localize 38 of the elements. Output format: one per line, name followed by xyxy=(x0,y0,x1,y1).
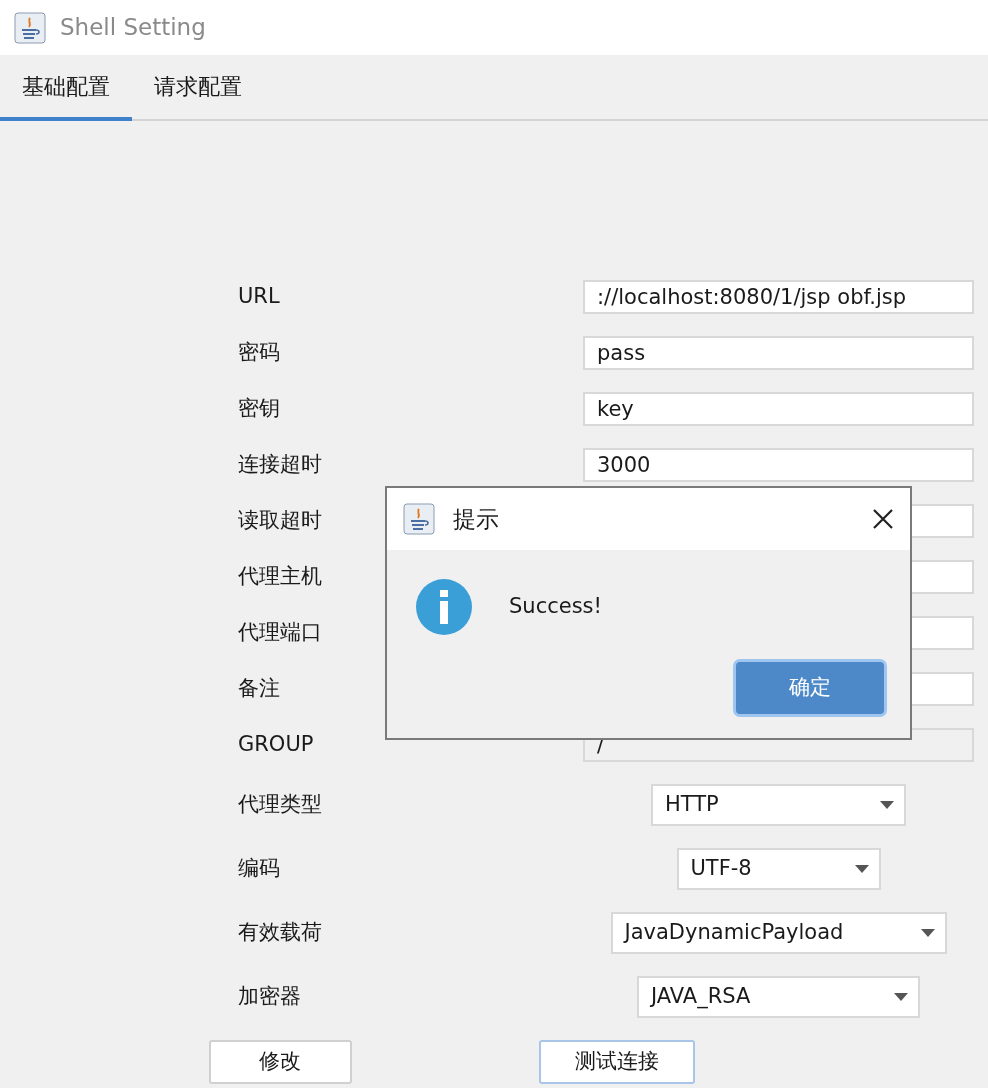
java-cup-icon xyxy=(403,503,435,535)
input-field[interactable]: 3000 xyxy=(583,448,974,482)
tab[interactable]: 请求配置 xyxy=(132,55,264,121)
dropdown[interactable]: JavaDynamicPayload xyxy=(610,912,947,954)
button[interactable]: 修改 xyxy=(208,1040,352,1084)
ok-button[interactable]: 确定 xyxy=(736,662,884,714)
close-button[interactable] xyxy=(872,508,894,530)
dropdown[interactable]: UTF-8 xyxy=(676,848,881,890)
button[interactable]: 测试连接 xyxy=(538,1040,695,1084)
field-label: 编码 xyxy=(238,855,280,883)
dialog-message: Success! xyxy=(509,593,602,621)
field-label: 密码 xyxy=(238,339,280,367)
caret-icon xyxy=(854,865,869,873)
dropdown[interactable]: JAVA_RSA xyxy=(637,976,920,1018)
dropdown[interactable]: HTTP xyxy=(651,784,906,826)
field-label: 密钥 xyxy=(238,395,280,423)
field-label: 连接超时 xyxy=(238,451,322,479)
input-field[interactable]: pass xyxy=(583,336,974,370)
input-field[interactable]: key xyxy=(583,392,974,426)
field-label: URL xyxy=(238,283,280,311)
field-label: 代理主机 xyxy=(238,563,322,591)
field-label: 加密器 xyxy=(238,983,301,1011)
field-label: 读取超时 xyxy=(238,507,322,535)
dialog-title: 提示 xyxy=(453,504,499,534)
caret-icon xyxy=(920,929,935,937)
close-icon xyxy=(872,508,894,530)
field-label: 备注 xyxy=(238,675,280,703)
field-label: GROUP xyxy=(238,731,314,759)
field-label: 代理端口 xyxy=(238,619,322,647)
input-field[interactable]: ://localhost:8080/1/jsp obf.jsp xyxy=(583,280,974,314)
window-title: Shell Setting xyxy=(60,13,206,43)
java-cup-icon xyxy=(14,11,46,44)
tab[interactable]: 基础配置 xyxy=(0,55,132,121)
caret-icon xyxy=(894,993,908,1001)
field-label: 代理类型 xyxy=(238,791,322,819)
caret-icon xyxy=(880,801,894,809)
info-icon xyxy=(415,578,473,636)
field-label: 有效载荷 xyxy=(238,919,322,947)
